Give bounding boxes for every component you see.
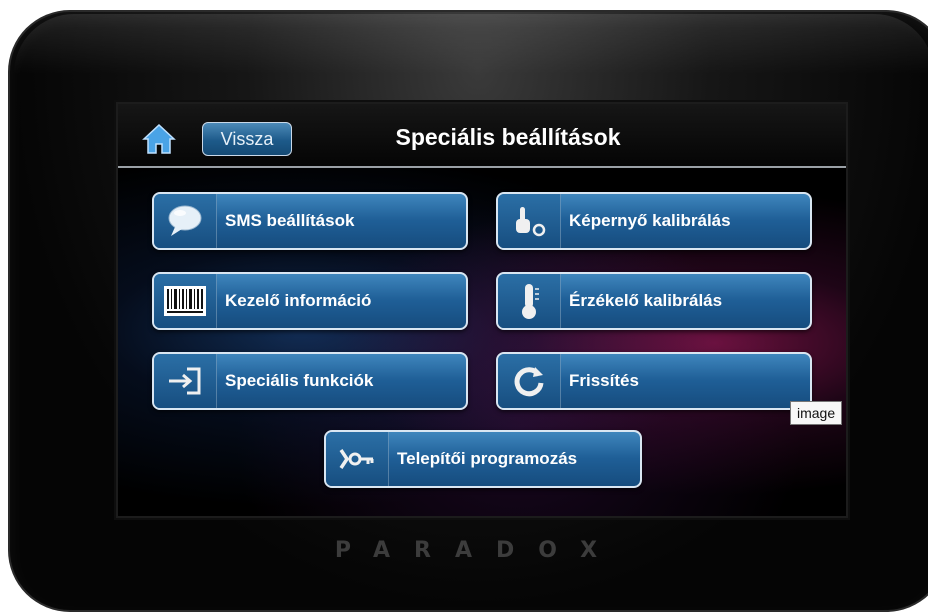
button-label: Frissítés — [569, 371, 639, 390]
back-button[interactable]: Vissza — [202, 122, 292, 156]
button-label: SMS beállítások — [225, 211, 355, 230]
sensor-calibration-button[interactable]: Érzékelő kalibrálás — [496, 272, 812, 330]
button-label: Telepítői programozás — [397, 449, 578, 468]
screen-calibration-button[interactable]: Képernyő kalibrálás — [496, 192, 812, 250]
button-label: Érzékelő kalibrálás — [569, 291, 723, 310]
chat-bubble-icon — [154, 194, 217, 248]
special-functions-button[interactable]: Speciális funkciók — [152, 352, 468, 410]
installer-programming-button[interactable]: Telepítői programozás — [324, 430, 642, 488]
enter-arrow-icon — [154, 354, 217, 408]
image-tooltip: image — [790, 401, 843, 425]
refresh-icon — [498, 354, 561, 408]
sms-settings-button[interactable]: SMS beállítások — [152, 192, 468, 250]
touch-calibrate-icon — [498, 194, 561, 248]
page-title: Speciális beállítások — [395, 124, 621, 150]
button-label: Képernyő kalibrálás — [569, 211, 731, 230]
button-label: Speciális funkciók — [225, 371, 374, 390]
touch-screen: Vissza Speciális beállítások SMS beállít… — [118, 104, 846, 516]
installer-key-icon — [326, 432, 389, 486]
home-icon[interactable] — [142, 122, 176, 156]
keypad-device: Vissza Speciális beállítások SMS beállít… — [8, 10, 928, 612]
button-label: Kezelő információ — [225, 291, 372, 310]
screen-header: Vissza Speciális beállítások — [118, 104, 846, 168]
brand-logo: PARADOX — [334, 538, 622, 563]
barcode-icon — [154, 274, 217, 328]
thermometer-icon — [498, 274, 561, 328]
keypad-info-button[interactable]: Kezelő információ — [152, 272, 468, 330]
update-button[interactable]: Frissítés — [496, 352, 812, 410]
